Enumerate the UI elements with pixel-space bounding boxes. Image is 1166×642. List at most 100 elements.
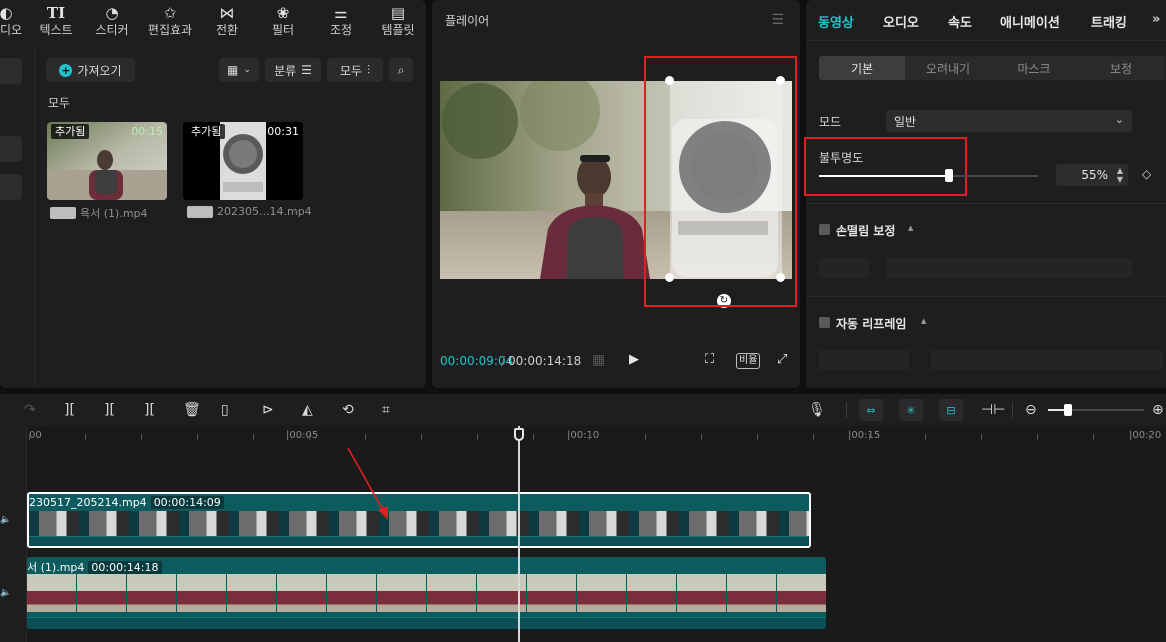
clip-duration: 00:00:14:09 — [150, 496, 224, 509]
stabilize-checkbox[interactable] — [819, 224, 830, 235]
mode-select[interactable]: 일반 ⌄ — [886, 110, 1132, 132]
ruler-tick — [421, 434, 422, 440]
subtab-adjust[interactable]: 보정 — [1077, 56, 1165, 80]
reframe-checkbox[interactable] — [819, 317, 830, 328]
tool-sticker[interactable]: ◔ 스티커 — [88, 0, 136, 44]
speed-icon[interactable]: ⊳ — [262, 402, 274, 418]
tool-effects[interactable]: ✩ 편집효과 — [142, 0, 198, 44]
tab-video[interactable]: 동영상 — [818, 12, 854, 31]
play-icon[interactable]: ▶ — [629, 352, 639, 367]
import-button[interactable]: + 가져오기 — [46, 58, 135, 82]
ruler-label: |00:15 — [848, 430, 881, 441]
track-header-column: 🔈 🔈 — [0, 426, 27, 642]
section-label: 모두 — [48, 96, 71, 110]
chevron-down-icon: ⌄ — [1114, 113, 1124, 126]
ruler-tick — [253, 434, 254, 440]
filmstrip-frame — [779, 511, 809, 537]
tab-animation[interactable]: 애니메이션 — [1000, 12, 1060, 31]
clip-filmstrip — [29, 511, 809, 537]
speaker-icon[interactable]: 🔈 — [0, 588, 11, 598]
rotate-icon[interactable]: ⟲ — [342, 402, 354, 418]
ruler-tick — [1149, 434, 1150, 440]
tool-transition[interactable]: ⋈ 전환 — [206, 0, 248, 44]
timeline-clip-overlay[interactable]: 230517_205214.mp4 00:00:14:09 — [27, 492, 811, 548]
annotation-highlight-box — [644, 56, 797, 307]
timeline-clip-main[interactable]: 서 (1).mp4 00:00:14:18 — [27, 557, 826, 629]
timeline-panel: 🔈 🔈 00 |00:05 |00:10 |00:15 |00:20 23051… — [0, 426, 1166, 642]
tool-template[interactable]: ▤ 템플릿 — [376, 0, 420, 44]
tool-text[interactable]: TI 텍스트 — [34, 0, 78, 44]
zoom-slider-handle[interactable] — [1064, 404, 1072, 416]
filmstrip-frame — [377, 574, 427, 612]
preview-axis-icon[interactable]: ⊟ — [939, 399, 963, 421]
tool-adjust[interactable]: ⚌ 조정 — [320, 0, 362, 44]
opacity-stepper[interactable]: ▲ ▼ — [1112, 164, 1128, 186]
redo-icon[interactable]: ↷ — [24, 402, 36, 418]
tool-audio[interactable]: ◐ 디오 — [0, 0, 26, 44]
filter-icon: ❀ — [276, 4, 290, 22]
media-item-2[interactable]: 추가됨 00:31 — [183, 122, 303, 200]
filmstrip-frame — [179, 511, 229, 537]
crop-icon[interactable]: ⌗ — [382, 402, 390, 418]
keyframe-diamond-icon[interactable]: ◇ — [1142, 167, 1151, 181]
split-icon[interactable]: ][ — [64, 402, 75, 418]
timecode-grid-icon[interactable]: ▦ — [592, 352, 605, 368]
search-icon: ⌕ — [397, 62, 405, 77]
playhead-line[interactable] — [518, 426, 520, 642]
split-right-icon[interactable]: ][ — [144, 402, 155, 418]
media-item-1[interactable]: 추가됨 00:15 — [47, 122, 167, 200]
split-left-icon[interactable]: ][ — [104, 402, 115, 418]
zoom-in-icon[interactable]: ⊕ — [1152, 402, 1164, 418]
subtab-cutout[interactable]: 오려내기 — [905, 56, 991, 80]
sidebar-item-library[interactable] — [0, 136, 22, 162]
zoom-out-icon[interactable]: ⊖ — [1025, 402, 1037, 418]
tab-tracking[interactable]: 트래킹 — [1091, 12, 1127, 31]
ruler-tick — [1093, 434, 1094, 440]
ruler-tick — [645, 434, 646, 440]
stabilize-label: 손떨림 보정 — [836, 224, 896, 238]
more-tabs-icon[interactable]: » — [1152, 12, 1160, 27]
opacity-input[interactable]: 55% — [1056, 164, 1116, 186]
sort-button[interactable]: 분류 ☰ — [265, 58, 321, 82]
subtab-basic[interactable]: 기본 — [819, 56, 905, 80]
microphone-icon[interactable]: 🎙 — [808, 402, 826, 418]
filmstrip-frame — [77, 574, 127, 612]
chevron-up-icon: ▲ — [921, 317, 927, 325]
tab-speed[interactable]: 속도 — [948, 12, 972, 31]
ruler-label: |00:05 — [286, 430, 319, 441]
fit-screen-icon[interactable]: ⛶ — [705, 352, 714, 367]
video-file-icon — [187, 205, 213, 218]
media-item-2-filename: 202305...14.mp4 — [187, 205, 312, 218]
speaker-icon[interactable]: 🔈 — [0, 515, 11, 525]
filter-button[interactable]: 모두 ⫶ — [327, 58, 383, 82]
delete-icon[interactable]: 🗑 — [183, 402, 201, 418]
subtab-mask[interactable]: 마스크 — [991, 56, 1077, 80]
playhead-handle[interactable] — [514, 428, 524, 441]
sidebar-item-local[interactable] — [0, 58, 22, 84]
filter-icon: ⫶ — [367, 62, 371, 77]
magnet-snap-icon[interactable]: ⇔ — [859, 399, 883, 421]
tab-audio[interactable]: 오디오 — [883, 12, 919, 31]
fullscreen-icon[interactable]: ⤢ — [777, 352, 787, 367]
mirror-icon[interactable]: ◭ — [302, 402, 313, 418]
stabilize-level-select — [886, 258, 1132, 278]
filmstrip-frame — [577, 574, 627, 612]
freeze-frame-icon[interactable]: ▯ — [221, 402, 229, 418]
ruler-tick — [589, 434, 590, 440]
filmstrip-frame — [229, 511, 279, 537]
link-icon[interactable]: ✳ — [899, 399, 923, 421]
sidebar-item-brand[interactable] — [0, 174, 22, 200]
ruler-tick — [813, 434, 814, 440]
align-icon[interactable]: ⊣⊢ — [981, 402, 1005, 418]
subtab-group: 기본 오려내기 마스크 보정 — [819, 56, 1165, 80]
search-button[interactable]: ⌕ — [389, 58, 413, 82]
menu-icon[interactable]: ☰ — [771, 12, 784, 28]
tool-filter[interactable]: ❀ 필터 — [262, 0, 304, 44]
filmstrip-frame — [679, 511, 729, 537]
view-toggle-button[interactable]: ▦ ⌄ — [219, 58, 259, 82]
sticker-icon: ◔ — [105, 4, 119, 22]
filmstrip-frame — [677, 574, 727, 612]
video-file-icon — [50, 207, 76, 219]
ratio-button[interactable]: 비율 — [736, 353, 761, 369]
opacity-slider-handle[interactable] — [945, 169, 953, 182]
